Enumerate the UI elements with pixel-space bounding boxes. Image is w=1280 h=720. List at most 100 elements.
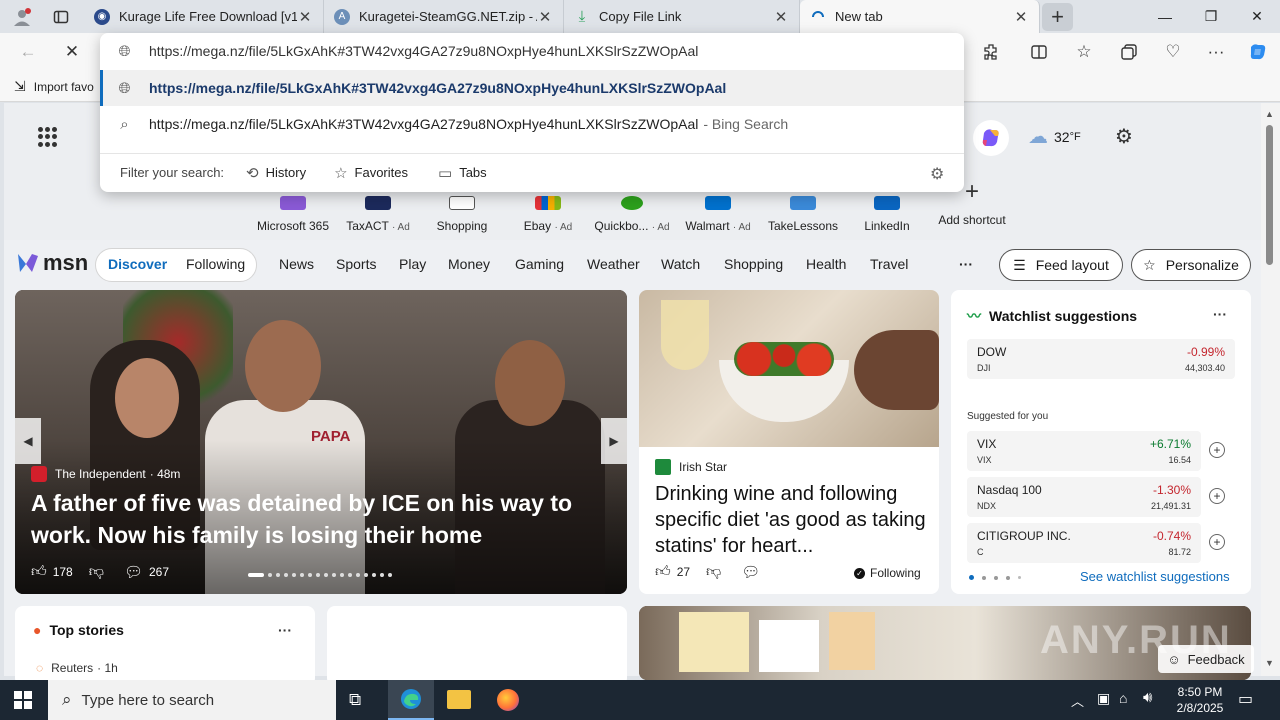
tray-chevron-icon[interactable]: ︿ [1071, 691, 1084, 710]
msn-logo[interactable]: msn [16, 250, 88, 276]
tab-kurage-life[interactable]: ◉ Kurage Life Free Download [v1.4 ✕ [84, 0, 324, 33]
close-icon[interactable]: ✕ [537, 8, 553, 26]
shortcut-takelessons[interactable]: TakeLessons [765, 196, 841, 233]
shortcut-ebay[interactable]: Ebay · Ad [510, 196, 586, 233]
tray-volume-icon[interactable]: 🔊︎ [1143, 689, 1152, 706]
taskbar-clock[interactable]: 8:50 PM 2/8/2025 [1172, 684, 1228, 716]
pager-dot[interactable] [1006, 575, 1010, 580]
close-icon[interactable]: ✕ [773, 8, 789, 26]
carousel-dot[interactable] [380, 573, 384, 577]
minimize-button[interactable]: — [1142, 0, 1188, 33]
carousel-dot[interactable] [332, 573, 336, 577]
page-scrollbar[interactable]: ▲ ▼ [1261, 103, 1280, 676]
tab-copy-file-link[interactable]: ⤓ Copy File Link ✕ [564, 0, 800, 33]
carousel-dot[interactable] [324, 573, 328, 577]
stock-row-vix[interactable]: VIX VIX +6.71% 16.54 [967, 431, 1201, 471]
tray-wifi-icon[interactable]: ⌂ [1119, 690, 1127, 706]
close-window-button[interactable]: ✕ [1234, 0, 1280, 33]
firefox-icon[interactable] [497, 689, 519, 711]
page-settings-icon[interactable]: ⚙ [1115, 124, 1133, 149]
carousel-dot[interactable] [292, 573, 296, 577]
personalize-button[interactable]: ☆ Personalize [1131, 249, 1251, 281]
story-source[interactable]: ◌ Reuters · 1h [36, 661, 118, 675]
back-icon[interactable]: ← [14, 39, 42, 65]
tab-kuragetei-zip[interactable]: A Kuragetei-SteamGG.NET.zip - Ak ✕ [324, 0, 564, 33]
dislike-icon[interactable]: 👎︎ [706, 563, 721, 581]
copilot-icon[interactable] [973, 120, 1009, 156]
tab-new-tab[interactable]: New tab ✕ [800, 0, 1040, 33]
tray-network-icon[interactable]: ▣ [1097, 690, 1110, 707]
following-badge[interactable]: ✓ Following [854, 566, 921, 580]
extensions-icon[interactable] [977, 39, 1005, 65]
shortcut-taxact[interactable]: TaxACT · Ad [340, 196, 416, 233]
feedback-button[interactable]: ☺ Feedback [1158, 645, 1254, 673]
carousel-next-button[interactable]: ▶ [601, 418, 627, 464]
feed-layout-button[interactable]: ☰ Feed layout [999, 249, 1123, 281]
shortcut-shopping[interactable]: Shopping [424, 196, 500, 233]
nav-gaming[interactable]: Gaming [515, 256, 564, 272]
filter-history[interactable]: ⟲ History [246, 164, 306, 182]
stock-row-citigroup[interactable]: CITIGROUP INC. C -0.74% 81.72 [967, 523, 1201, 563]
copilot-icon[interactable] [1244, 39, 1272, 65]
suggestion-search[interactable]: ⌕ https://mega.nz/file/5LkGxAhK#3TW42vxg… [100, 106, 964, 142]
carousel-dot[interactable] [268, 573, 272, 577]
add-to-watchlist-button[interactable]: + [1209, 488, 1225, 504]
hero-headline[interactable]: A father of five was detained by ICE on … [31, 487, 591, 551]
carousel-dot[interactable] [300, 573, 304, 577]
restore-button[interactable]: ❐ [1188, 0, 1234, 33]
watchlist-more-icon[interactable]: ··· [1213, 306, 1227, 322]
import-favorites-link[interactable]: ⇲ Import favo [14, 78, 94, 95]
carousel-dot-active[interactable] [248, 573, 264, 577]
nav-shopping[interactable]: Shopping [724, 256, 783, 272]
carousel-dot[interactable] [364, 573, 368, 577]
shortcut-microsoft-365[interactable]: Microsoft 365 [255, 196, 331, 233]
carousel-dot[interactable] [284, 573, 288, 577]
suggestion-url[interactable]: 🌐︎ https://mega.nz/file/5LkGxAhK#3TW42vx… [100, 70, 964, 106]
carousel-dot[interactable] [316, 573, 320, 577]
comment-icon[interactable]: 💬︎ [124, 563, 143, 581]
carousel-dot[interactable] [340, 573, 344, 577]
pager-dot[interactable] [1018, 576, 1021, 579]
tab-actions-icon[interactable] [50, 6, 72, 28]
shortcut-linkedin[interactable]: LinkedIn [849, 196, 925, 233]
stop-loading-icon[interactable]: ✕ [58, 39, 86, 65]
shortcut-quickbooks[interactable]: Quickbo... · Ad [594, 196, 670, 233]
article-source[interactable]: Irish Star [655, 459, 727, 475]
like-icon[interactable]: 👍︎ [655, 563, 671, 581]
pager-dot-active[interactable] [969, 575, 974, 580]
file-explorer-icon[interactable] [447, 690, 471, 709]
settings-icon[interactable]: ⚙ [930, 164, 944, 184]
close-icon[interactable]: ✕ [297, 8, 313, 26]
nav-money[interactable]: Money [448, 256, 490, 272]
like-icon[interactable]: 👍︎ [31, 563, 47, 581]
pager-dot[interactable] [994, 575, 998, 580]
split-screen-icon[interactable] [1025, 39, 1053, 65]
nav-more-icon[interactable]: ··· [959, 256, 973, 272]
tab-discover[interactable]: Discover [108, 256, 167, 272]
filter-favorites[interactable]: ☆ Favorites [334, 164, 408, 182]
scroll-up-icon[interactable]: ▲ [1265, 109, 1274, 119]
pager-dot[interactable] [982, 575, 986, 580]
edge-taskbar-icon[interactable] [388, 680, 434, 720]
hero-card[interactable]: PAPA ◀ ▶ The Independent · 48m A father … [15, 290, 627, 594]
collections-icon[interactable] [1115, 39, 1143, 65]
dislike-icon[interactable]: 👎︎ [89, 563, 104, 581]
see-watchlist-link[interactable]: See watchlist suggestions [1080, 569, 1230, 584]
nav-watch[interactable]: Watch [661, 256, 700, 272]
address-input[interactable]: https://mega.nz/file/5LkGxAhK#3TW42vxg4G… [149, 43, 698, 59]
carousel-dot[interactable] [388, 573, 392, 577]
shortcut-walmart[interactable]: Walmart · Ad [680, 196, 756, 233]
taskbar-search[interactable]: ⌕ Type here to search [48, 680, 336, 720]
carousel-dot[interactable] [348, 573, 352, 577]
add-to-watchlist-button[interactable]: + [1209, 442, 1225, 458]
nav-news[interactable]: News [279, 256, 314, 272]
more-options-icon[interactable]: ··· [1202, 39, 1230, 65]
top-stories-more-icon[interactable]: ··· [278, 622, 292, 638]
nav-play[interactable]: Play [399, 256, 426, 272]
nav-travel[interactable]: Travel [870, 256, 908, 272]
comment-icon[interactable]: 💬︎ [741, 563, 760, 581]
weather-widget[interactable]: ☁ 32 °F [1028, 124, 1081, 149]
nav-sports[interactable]: Sports [336, 256, 376, 272]
browser-essentials-icon[interactable]: ♡ [1159, 39, 1187, 65]
hero-source[interactable]: The Independent · 48m [31, 466, 180, 482]
